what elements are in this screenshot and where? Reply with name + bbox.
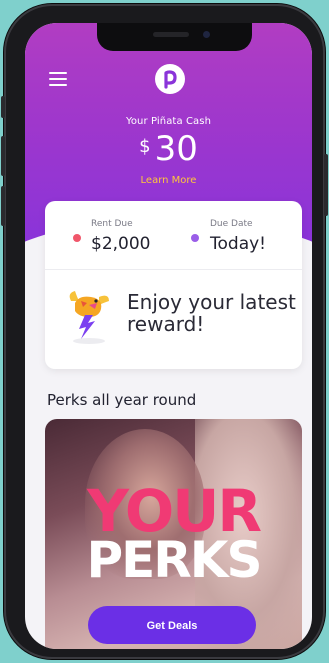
due-date-value: Today! — [210, 234, 266, 254]
rent-card: Rent Due $2,000 Due Date Today! Enjoy yo… — [45, 201, 302, 369]
phone-side-button — [1, 96, 5, 118]
phone-notch — [97, 23, 252, 51]
flying-pinata-lightning-icon — [65, 287, 111, 347]
cash-label: Your Piñata Cash — [125, 116, 212, 127]
cash-amount: $30 — [25, 129, 312, 169]
phone-volume-up-button — [1, 136, 5, 176]
phone-frame: Your Piñata Cash $30 Learn More Rent Due… — [1, 4, 328, 659]
phone-screen: Your Piñata Cash $30 Learn More Rent Due… — [25, 23, 312, 649]
front-camera — [203, 31, 210, 38]
phone-power-button — [324, 154, 328, 216]
perks-section-title: Perks all year round — [47, 391, 197, 409]
currency-symbol: $ — [139, 136, 151, 157]
hamburger-menu-icon[interactable] — [49, 71, 69, 87]
get-deals-button[interactable]: Get Deals — [88, 606, 256, 644]
page: Your Piñata Cash $30 Learn More Rent Due… — [0, 0, 329, 663]
rent-due-label: Rent Due — [91, 219, 133, 229]
rent-due-value: $2,000 — [91, 234, 151, 254]
cash-value: 30 — [154, 129, 198, 169]
due-date-label: Due Date — [210, 219, 253, 229]
card-divider — [45, 269, 302, 270]
due-date-dot — [191, 234, 199, 242]
rent-due-dot — [73, 234, 81, 242]
pinata-logo-icon — [155, 64, 185, 94]
phone-volume-down-button — [1, 186, 5, 226]
learn-more-link[interactable]: Learn More — [25, 175, 312, 186]
banner-headline-perks: PERKS — [86, 531, 262, 589]
speaker-grille — [153, 32, 189, 37]
reward-text: Enjoy your latest reward! — [127, 290, 296, 336]
